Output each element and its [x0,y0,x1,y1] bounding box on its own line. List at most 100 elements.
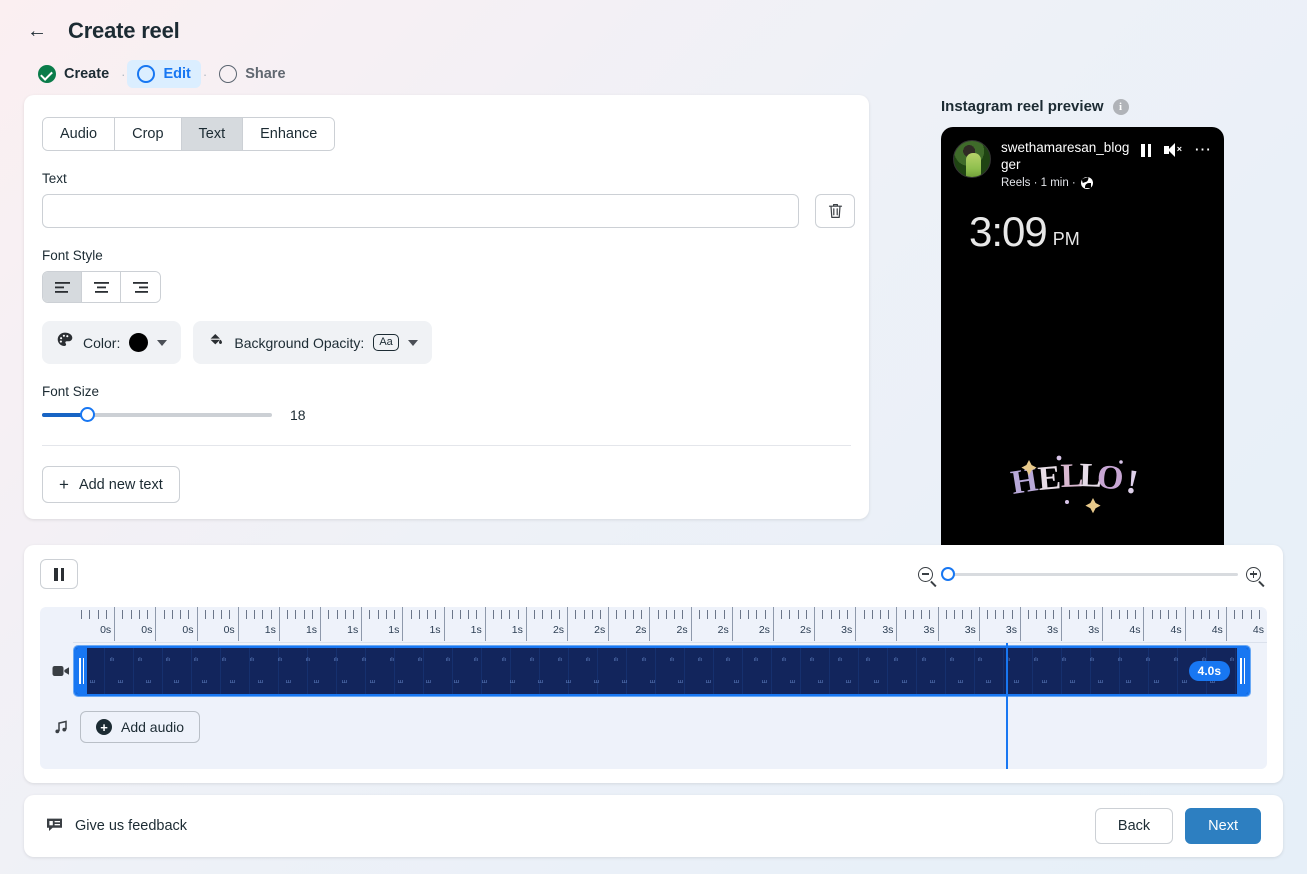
font-size-value: 18 [290,407,306,423]
timeline-zoom-slider[interactable] [941,566,1238,581]
tab-audio[interactable]: Audio [43,118,116,150]
trash-icon[interactable] [815,194,855,228]
ruler-minor-tick [888,610,890,619]
add-new-text-button[interactable]: + Add new text [42,466,180,503]
ruler-minor-tick [517,610,519,619]
step-separator: · [121,66,126,82]
ruler-tick-label: 3s [923,624,935,636]
reel-clock-ampm: PM [1052,228,1080,249]
clip-thumbnail: ılı [782,657,786,663]
ruler-tick-label: 0s [223,624,235,636]
ruler-minor-tick [1052,610,1054,619]
step-create[interactable]: Create [28,60,119,88]
timeline-zoom-thumb[interactable] [941,566,955,581]
align-left-icon[interactable] [43,272,82,302]
info-icon[interactable]: i [1112,98,1129,115]
ruler-minor-tick [1127,610,1128,619]
clip-thumbnail: ʟʟı [1042,679,1048,685]
preview-header: Instagram reel preview i [941,98,1231,115]
circle-outline-icon [219,65,238,83]
font-size-slider-thumb[interactable] [80,407,95,422]
clip-thumbnail: ʟʟı [986,679,992,685]
clip-thumbnail: ılı [446,657,450,663]
font-size-slider[interactable] [42,407,272,422]
clip-thumbnail: ılı [194,657,198,663]
pause-icon[interactable] [1141,143,1151,157]
align-right-icon[interactable] [121,272,160,302]
page-header: ← Create reel Create · Edit · Share [0,0,1307,88]
ruler-minor-tick [707,610,709,619]
color-swatch[interactable] [129,333,149,352]
timeline-ruler[interactable]: 0s 0s 0s 0s 1s 1s 1s 1s 1s 1s 1s 2s 2s 2s 2s 2s 2s 2s 3s 3s… [73,607,1267,643]
background-opacity-value[interactable]: Aa [373,334,399,351]
ruler-minor-tick [945,610,947,619]
ruler-minor-tick [1217,610,1219,619]
clip-thumbnail: ʟʟı [846,679,852,685]
footer-bar: Give us feedback Back Next [24,795,1283,857]
timeline-pause-button[interactable] [40,559,78,589]
text-input[interactable] [42,194,799,228]
more-options-icon[interactable]: ⋯ [1194,141,1212,158]
ruler-minor-tick [838,610,840,619]
ruler-minor-tick [632,610,634,619]
clip-thumbnail: ılı [278,657,282,663]
tab-enhance[interactable]: Enhance [243,118,335,150]
timeline-playhead[interactable] [1006,643,1008,769]
chevron-down-icon[interactable] [407,339,418,346]
video-camera-icon [48,664,74,678]
ruler-minor-tick [558,610,560,619]
zoom-out-icon[interactable] [918,566,933,582]
next-button[interactable]: Next [1185,808,1261,844]
tab-crop[interactable]: Crop [115,118,182,150]
clip-thumbnail: ʟʟı [538,679,544,685]
ruler-minor-tick [929,610,931,619]
clip-thumbnail: ʟʟı [650,679,656,685]
clip-thumbnail: ılı [1146,657,1150,663]
video-clip[interactable]: ılı ʟʟı ılı ʟʟı ılı ʟʟı ılı ʟʟı ılı ʟʟı ılı ʟʟı ılı ʟ… [74,646,1250,696]
ruler-minor-tick [1094,610,1096,619]
ruler-minor-tick [904,610,906,619]
clip-thumbnail: ılı [614,657,618,663]
plus-circle-icon: + [96,719,112,735]
footer-actions: Back Next [1094,808,1261,844]
clip-thumbnail: ılı [1062,657,1066,663]
ruler-minor-tick [657,610,659,619]
step-share[interactable]: Share [209,60,295,88]
ruler-minor-tick [879,610,881,619]
step-create-label: Create [64,66,110,82]
back-button[interactable]: Back [1094,808,1174,844]
ruler-minor-tick [674,610,676,619]
ruler-minor-tick [377,610,379,619]
ruler-minor-tick [542,610,544,619]
ruler-tick-label: 3s [1088,624,1100,636]
color-picker[interactable]: Color: [42,321,182,364]
clip-thumbnails: ılı ʟʟı ılı ʟʟı ılı ʟʟı ılı ʟʟı ılı ʟʟı ılı ʟʟı ılı ʟ… [76,648,1248,694]
ruler-minor-tick [394,610,396,619]
text-input-row [42,194,869,228]
clip-thumbnail: ʟʟı [342,679,348,685]
step-indicator: Create · Edit · Share [24,60,1283,88]
ruler-minor-tick [97,610,99,619]
ruler-minor-tick [1028,610,1030,619]
ruler-tick-label: 1s [429,624,441,636]
step-edit[interactable]: Edit [127,60,201,88]
add-audio-button[interactable]: + Add audio [80,711,201,743]
paint-bucket-icon [207,331,225,354]
clip-thumbnail: ʟʟı [202,679,208,685]
zoom-in-icon[interactable] [1246,566,1261,582]
clip-trim-handle-left[interactable] [76,648,87,694]
give-feedback-link[interactable]: Give us feedback [46,817,187,836]
background-opacity-picker[interactable]: Background Opacity: Aa [193,321,432,364]
align-center-icon[interactable] [82,272,121,302]
volume-mute-icon[interactable]: × [1164,143,1182,157]
background-opacity-label: Background Opacity: [234,334,365,351]
chevron-down-icon[interactable] [157,339,168,346]
clip-thumbnail: ʟʟı [1098,679,1104,685]
ruler-minor-tick [89,610,91,619]
ruler-tick-label: 4s [1252,624,1264,636]
clip-trim-handle-right[interactable] [1237,648,1248,694]
tab-text[interactable]: Text [181,118,244,150]
ruler-minor-tick [995,610,997,619]
clip-thumbnail: ılı [726,657,730,663]
arrow-left-icon[interactable]: ← [24,18,50,44]
